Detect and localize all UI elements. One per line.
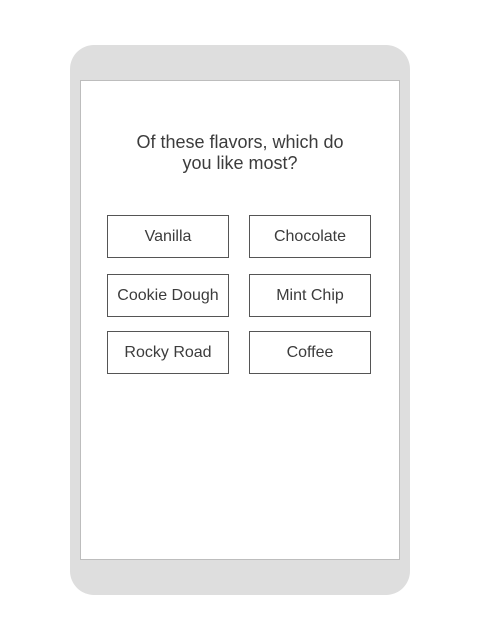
option-rocky-road-button[interactable]: Rocky Road: [107, 331, 229, 374]
option-mint-chip-button[interactable]: Mint Chip: [249, 274, 371, 317]
option-vanilla-button[interactable]: Vanilla: [107, 215, 229, 258]
option-chocolate-button[interactable]: Chocolate: [249, 215, 371, 258]
option-coffee-button[interactable]: Coffee: [249, 331, 371, 374]
tablet-frame: Of these flavors, which do you like most…: [70, 45, 410, 595]
tablet-screen: Of these flavors, which do you like most…: [80, 80, 400, 560]
option-cookie-dough-button[interactable]: Cookie Dough: [107, 274, 229, 317]
survey-question: Of these flavors, which do you like most…: [136, 132, 344, 173]
